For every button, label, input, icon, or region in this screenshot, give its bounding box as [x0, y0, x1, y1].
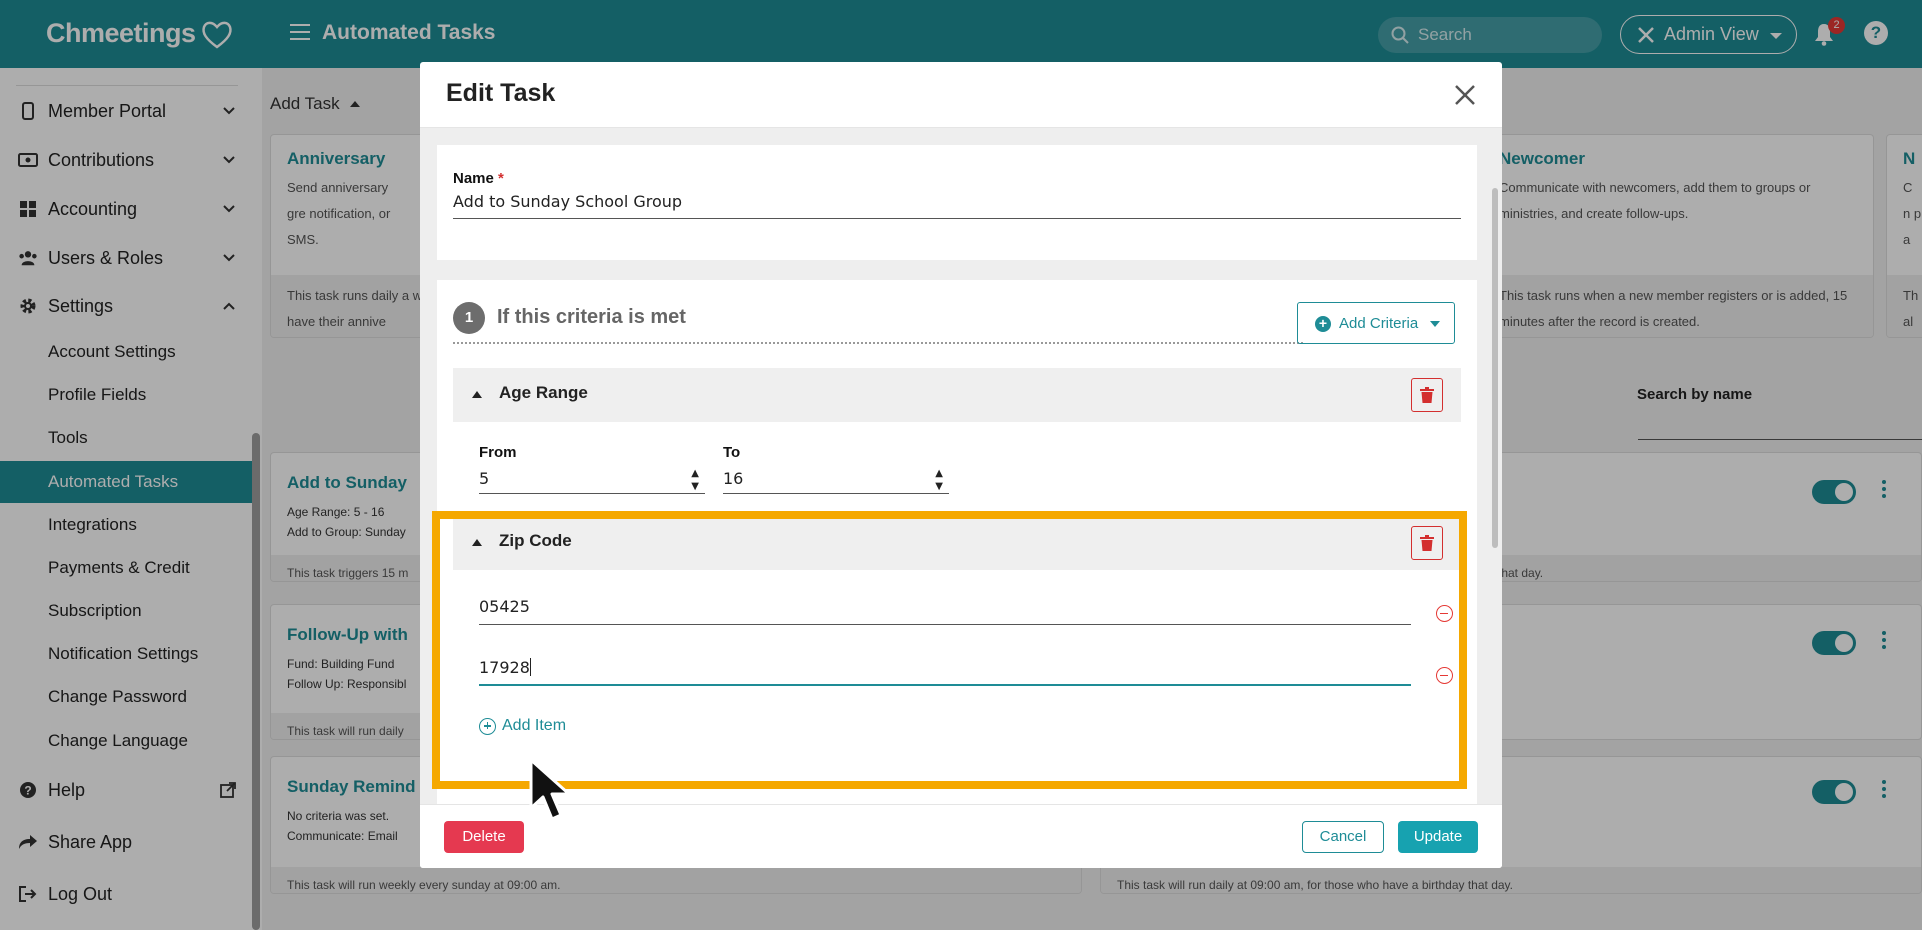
- age-to-value: 16: [723, 469, 744, 488]
- task-name-input[interactable]: Add to Sunday School Group: [453, 189, 1461, 219]
- to-label: To: [723, 444, 741, 461]
- name-panel: Name * Add to Sunday School Group: [437, 145, 1477, 260]
- plus-circle-icon: +: [1315, 316, 1331, 332]
- modal-title: Edit Task: [446, 79, 556, 107]
- modal-header: Edit Task: [420, 62, 1502, 128]
- required-marker: *: [498, 170, 504, 187]
- mouse-pointer-icon: [529, 758, 571, 821]
- criteria-title: Age Range: [499, 383, 588, 402]
- chevron-down-icon: [1430, 321, 1440, 327]
- close-icon[interactable]: [1454, 84, 1476, 106]
- step-divider: [453, 342, 1303, 344]
- delete-button[interactable]: Delete: [444, 821, 524, 853]
- modal-scrollbar[interactable]: [1492, 188, 1498, 548]
- step-title: If this criteria is met: [497, 306, 686, 328]
- add-criteria-label: Add Criteria: [1339, 314, 1419, 332]
- highlight-box: [432, 511, 1467, 789]
- trash-icon: [1420, 387, 1434, 403]
- collapse-caret-icon[interactable]: [472, 391, 482, 398]
- add-criteria-button[interactable]: + Add Criteria: [1297, 302, 1455, 344]
- stepper-arrows-icon[interactable]: ▲ ▼: [691, 467, 699, 493]
- update-button[interactable]: Update: [1398, 821, 1478, 853]
- delete-criteria-button[interactable]: [1411, 378, 1443, 412]
- cancel-button[interactable]: Cancel: [1302, 821, 1384, 853]
- age-to-input[interactable]: 16 ▲ ▼: [723, 466, 949, 494]
- age-range-header[interactable]: Age Range: [453, 368, 1461, 422]
- from-label: From: [479, 444, 517, 461]
- step-number-badge: 1: [453, 302, 485, 334]
- name-field-label: Name *: [453, 170, 504, 187]
- age-from-input[interactable]: 5 ▲ ▼: [479, 466, 705, 494]
- stepper-arrows-icon[interactable]: ▲ ▼: [935, 467, 943, 493]
- age-from-value: 5: [479, 469, 490, 488]
